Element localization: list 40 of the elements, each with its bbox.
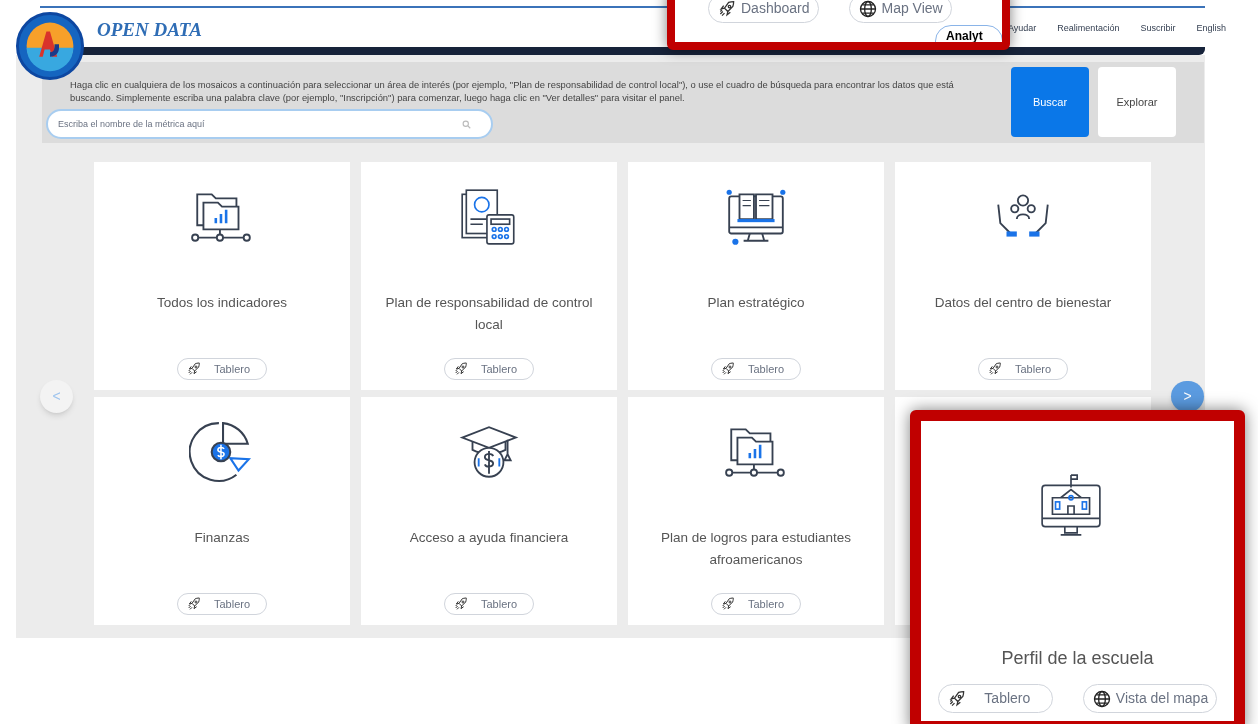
- rocket-icon: [186, 361, 202, 377]
- nav-link[interactable]: Ayudar: [1008, 22, 1037, 36]
- tile-title: Perfil de la escuela: [1001, 647, 1154, 670]
- search-field[interactable]: Escriba el nombre de la métrica aquí: [46, 109, 493, 139]
- dashboard-button[interactable]: Tablero: [711, 358, 801, 380]
- tile-title: Acceso a ayuda financiera: [408, 529, 570, 547]
- tile-title: Plan estratégico: [706, 294, 806, 312]
- search-icon: [462, 120, 471, 129]
- rocket-icon: [717, 0, 737, 19]
- tile-title: Plan de logros para estudiantes afroamericanos: [660, 529, 852, 569]
- dashboard-button[interactable]: Dashboard: [708, 0, 819, 23]
- search-button[interactable]: Buscar: [1011, 67, 1089, 137]
- nav-link[interactable]: Suscribir: [1140, 22, 1176, 36]
- rocket-icon: [987, 361, 1003, 377]
- tile-title: Datos del centro de bienestar: [933, 294, 1113, 312]
- instructions-text: Haga clic en cualquiera de los mosaicos a continuación para seleccionar un área de interés (por ejemplo, "Plan de responsabilidad de control local"), o use el cuadro de búsqueda para encontrar los datos que está buscando. Simplemente escriba una palabra clave (por ejemplo, "Inscripción") para comenzar, luego haga clic en "Ver detalles" para visitar el panel.: [70, 78, 955, 104]
- rocket-icon: [453, 596, 469, 612]
- globe-icon: [857, 0, 878, 19]
- globe-icon: [1091, 688, 1112, 709]
- analytics-tab[interactable]: Analyt: [935, 25, 1002, 42]
- dashboard-button[interactable]: Tablero: [444, 358, 534, 380]
- dashboard-button[interactable]: Tablero: [177, 358, 267, 380]
- dashboard-button[interactable]: Tablero: [177, 593, 267, 615]
- map-view-button[interactable]: Map View: [848, 0, 952, 23]
- rocket-icon: [720, 596, 736, 612]
- dashboard-button[interactable]: Tablero: [444, 593, 534, 615]
- dashboard-button[interactable]: Tablero: [978, 358, 1068, 380]
- rocket-icon: [186, 596, 202, 612]
- explore-button[interactable]: Explorar: [1098, 67, 1176, 137]
- rocket-icon: [720, 361, 736, 377]
- tile-title: Todos los indicadores: [156, 294, 288, 312]
- site-title: OPEN DATA: [97, 18, 203, 42]
- nav-link[interactable]: English: [1196, 22, 1226, 36]
- rocket-icon: [453, 361, 469, 377]
- tile-title: Plan de responsabilidad de control local: [384, 294, 594, 334]
- dashboard-button[interactable]: Tablero: [711, 593, 801, 615]
- map-view-button[interactable]: Vista del mapa: [1082, 684, 1218, 713]
- dashboard-button[interactable]: Tablero: [937, 684, 1053, 713]
- tile-title: Finanzas: [193, 529, 251, 547]
- nav-link[interactable]: Realimentación: [1057, 22, 1120, 36]
